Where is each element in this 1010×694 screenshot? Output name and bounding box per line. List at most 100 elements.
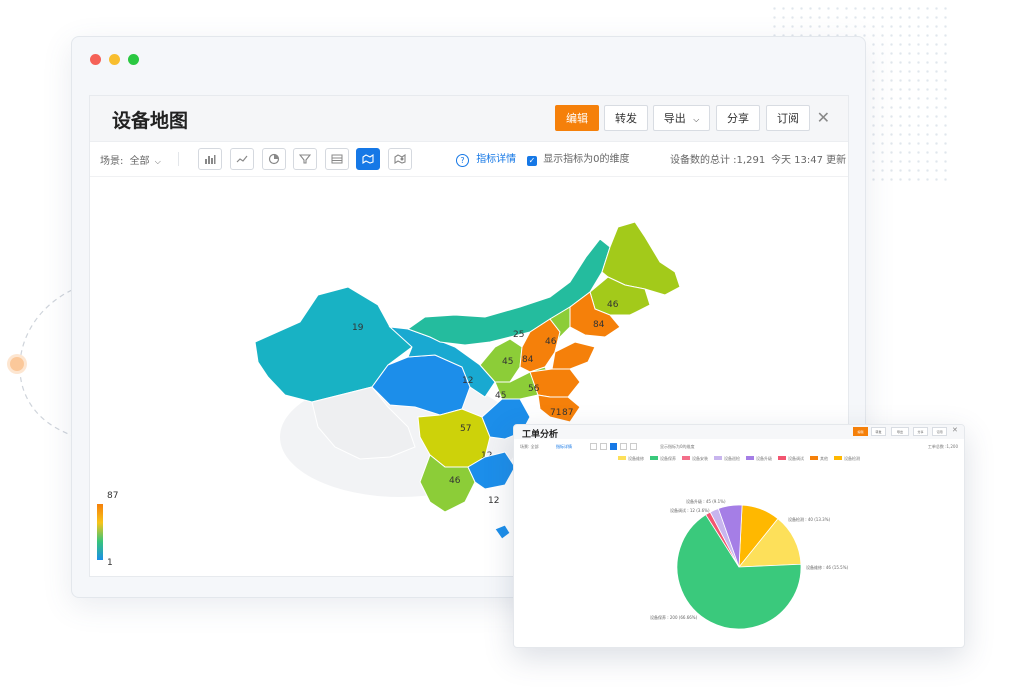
legend-swatch (810, 456, 818, 460)
show-zero-label: 显示指标为0的维度 (543, 154, 630, 165)
window-close-dot[interactable] (90, 54, 101, 65)
legend-swatch (618, 456, 626, 460)
panel-toolbar: 场景: 全部 ⌵ ? 指标详情 ✓ 显示指标为0的维度 设备数的总计:1,29… (90, 142, 848, 177)
pie-legend-item[interactable]: 设备保养 (650, 456, 676, 462)
card-export-button[interactable]: 导出 (891, 427, 909, 436)
card-subscribe-button[interactable]: 订阅 (932, 427, 947, 436)
map-bubble-icon[interactable] (388, 148, 412, 170)
pie-legend-item[interactable]: 设备调试 (778, 456, 804, 462)
legend-swatch (834, 456, 842, 460)
bar-chart-icon[interactable] (590, 443, 597, 450)
edit-button[interactable]: 编辑 (555, 105, 599, 131)
legend-label: 设备保养 (660, 456, 676, 461)
map-region-value: 25 (513, 330, 524, 340)
scene-value: 全部 (129, 156, 150, 167)
pie-legend-item[interactable]: 设备检测 (834, 456, 860, 462)
card-forward-button[interactable]: 转发 (871, 427, 886, 436)
pie-legend-item[interactable]: 设备维修 (618, 456, 644, 462)
show-zero-checkbox[interactable]: ✓ 显示指标为0的维度 (527, 150, 630, 166)
pie-legend-item[interactable]: 其他 (810, 456, 828, 462)
legend-swatch (650, 456, 658, 460)
scene-label: 场景: (100, 156, 124, 167)
legend-swatch (746, 456, 754, 460)
legend-max-value: 87 (107, 491, 119, 501)
export-dropdown[interactable]: 导出 ⌵ (653, 105, 710, 131)
bar-chart-icon[interactable] (198, 148, 222, 170)
pie-legend: 设备维修 设备保养 设备安装 设备巡检 设备升级 设备调试 其他 设备检测 (514, 456, 964, 464)
map-region-value: 84 (522, 355, 534, 365)
metric-details-label: 指标详情 (476, 154, 517, 165)
page-title: 设备地图 (112, 110, 189, 132)
line-chart-icon[interactable] (600, 443, 607, 450)
card-edit-button[interactable]: 编辑 (853, 427, 868, 436)
legend-min-value: 1 (107, 558, 113, 568)
map-region-value: 45 (502, 357, 513, 367)
table-icon[interactable] (630, 443, 637, 450)
export-label: 导出 (663, 112, 686, 125)
share-button[interactable]: 分享 (716, 105, 760, 131)
work-order-pie-chart (676, 504, 802, 630)
pie-chart-icon[interactable] (262, 148, 286, 170)
card-total-text: 工单总数 :1,200 (927, 444, 958, 449)
funnel-chart-icon[interactable] (620, 443, 627, 450)
pie-legend-item[interactable]: 设备安装 (682, 456, 708, 462)
map-region-value: 46 (545, 337, 557, 347)
chevron-down-icon: ⌵ (693, 115, 700, 124)
map-region[interactable] (494, 524, 511, 540)
legend-swatch (714, 456, 722, 460)
chevron-down-icon: ⌵ (154, 157, 161, 166)
map-region-value: 87 (562, 408, 573, 418)
window-minimize-dot[interactable] (109, 54, 120, 65)
map-region-value: 57 (460, 424, 471, 434)
card-scene-selector[interactable]: 场景: 全部 (520, 444, 539, 450)
card-show-zero-label[interactable]: 显示指标为0的维度 (660, 444, 695, 450)
pie-label: 设备升级 : 45 (9.1%) (686, 499, 726, 504)
map-region[interactable] (551, 341, 596, 370)
pie-legend-item[interactable]: 设备巡检 (714, 456, 740, 462)
close-icon[interactable]: ✕ (817, 108, 830, 127)
map-region-value: 71 (550, 408, 561, 418)
pie-label: 设备保养 : 200 (66.66%) (650, 615, 698, 620)
toolbar-divider (178, 152, 179, 166)
legend-label: 设备检测 (844, 456, 860, 461)
legend-label: 设备维修 (628, 456, 644, 461)
map-region-value: 19 (352, 323, 364, 333)
card-metric-link[interactable]: 指标详情 (556, 444, 572, 450)
close-icon[interactable]: ✕ (952, 426, 958, 434)
legend-label: 设备巡检 (724, 456, 740, 461)
legend-swatch (778, 456, 786, 460)
pie-chart-icon[interactable] (610, 443, 617, 450)
pie-legend-item[interactable]: 设备升级 (746, 456, 772, 462)
question-circle-icon: ? (456, 154, 469, 167)
legend-label: 其他 (820, 456, 828, 461)
map-region-value: 46 (607, 300, 619, 310)
map-legend-gradient (97, 504, 103, 560)
metric-details-link[interactable]: ? 指标详情 (456, 150, 516, 167)
pie-label: 设备维修 : 46 (15.5%) (806, 565, 849, 570)
line-chart-icon[interactable] (230, 148, 254, 170)
forward-button[interactable]: 转发 (604, 105, 648, 131)
legend-label: 设备安装 (692, 456, 708, 461)
pie-label: 设备调试 : 12 (3.6%) (670, 508, 710, 513)
card-header: 工单分析 编辑 转发 导出 分享 订阅 ✕ (514, 425, 964, 440)
map-region-value: 12 (462, 376, 473, 386)
pie-label: 设备检测 : 40 (13.3%) (788, 517, 831, 522)
card-share-button[interactable]: 分享 (913, 427, 928, 436)
legend-label: 设备调试 (788, 456, 804, 461)
work-order-analysis-card: 工单分析 编辑 转发 导出 分享 订阅 ✕ 场景: 全部 指标详情 显示指标为0… (513, 424, 965, 648)
checkbox-checked-icon: ✓ (527, 156, 537, 166)
window-maximize-dot[interactable] (128, 54, 139, 65)
table-icon[interactable] (325, 148, 349, 170)
orange-dot-decoration (10, 357, 24, 371)
card-toolbar: 场景: 全部 指标详情 显示指标为0的维度 工单总数 :1,200 (520, 443, 958, 453)
total-count-text: 设备数的总计 :1,291 (670, 155, 766, 166)
map-region-value: 56 (528, 384, 540, 394)
map-region-value: 46 (449, 476, 461, 486)
funnel-chart-icon[interactable] (293, 148, 317, 170)
map-icon[interactable] (356, 148, 380, 170)
scene-selector[interactable]: 场景: 全部 ⌵ (100, 152, 161, 167)
card-title: 工单分析 (522, 430, 559, 440)
legend-swatch (682, 456, 690, 460)
subscribe-button[interactable]: 订阅 (766, 105, 810, 131)
map-region-value: 12 (488, 496, 499, 506)
